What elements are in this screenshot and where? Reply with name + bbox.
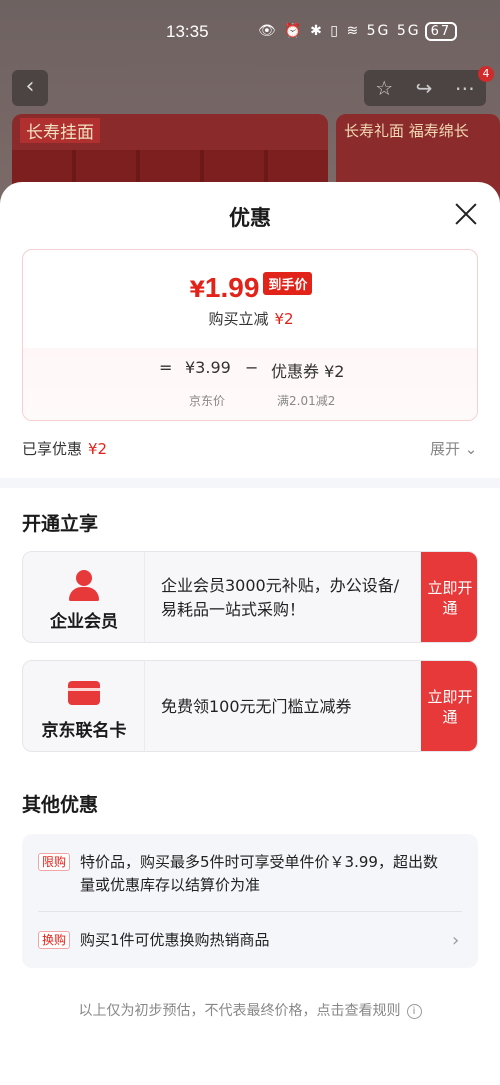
credit-card-icon	[68, 681, 100, 705]
offer-text: 购买1件可优惠换购热销商品	[80, 931, 270, 949]
top-toolbar: ☆ ↪ ⋯	[364, 70, 486, 106]
open-now-button[interactable]: 立即开通	[421, 552, 477, 642]
other-section-title: 其他优惠	[22, 794, 99, 816]
chevron-down-icon: ⌄	[464, 440, 478, 458]
section-divider	[0, 478, 500, 488]
battery-icon: 67	[424, 22, 458, 41]
instant-reduction: 购买立减 ¥2	[208, 310, 294, 328]
price-card: ¥1.99 到手价 购买立减 ¥2 = ¥3.99 − 优惠券 ¥2 京东价 满2.…	[22, 249, 478, 421]
status-bar: 13:35 👁 ⏰ ✱ ▯ ≋ 5G 5G 67	[0, 18, 500, 50]
status-icons: 👁 ⏰ ✱ ▯ ≋ 5G 5G 67	[258, 22, 458, 41]
member-name: 京东联名卡	[41, 721, 127, 741]
more-icon[interactable]: ⋯	[455, 76, 475, 100]
open-now-button[interactable]: 立即开通	[421, 661, 477, 751]
offer-text: 特价品，购买最多5件时可享受单件价￥3.99，超出数量或优惠库存以结算价为准	[80, 853, 438, 894]
member-card-enterprise[interactable]: 企业会员 企业会员3000元补贴，办公设备/易耗品一站式采购！ 立即开通	[22, 551, 478, 643]
member-desc: 企业会员3000元补贴，办公设备/易耗品一站式采购！	[161, 576, 400, 619]
limit-tag: 限购	[38, 853, 71, 871]
promo-tag-left: 长寿挂面	[20, 118, 100, 143]
open-section-title: 开通立享	[22, 513, 99, 535]
sheet-title: 优惠	[229, 206, 271, 230]
final-price: ¥1.99 到手价	[23, 272, 477, 304]
member-card-cobrand[interactable]: 京东联名卡 免费领100元无门槛立减券 立即开通	[22, 660, 478, 752]
promo-tag-right: 长寿礼面 福寿绵长	[344, 122, 469, 140]
person-icon	[67, 570, 101, 602]
enjoyed-discount: 已享优惠 ¥2	[22, 440, 108, 458]
discount-sheet: 优惠 ¥1.99 到手价 购买立减 ¥2 = ¥3.99 − 优惠券 ¥2 京东价 …	[0, 182, 500, 1085]
jd-price: ¥3.99	[185, 358, 231, 377]
close-icon[interactable]	[452, 200, 480, 228]
rules-note[interactable]: 以上仅为初步预估，不代表最终价格，点击查看规则 i	[0, 1000, 500, 1020]
back-button[interactable]: ‹	[12, 70, 48, 106]
status-time: 13:35	[166, 22, 209, 41]
chevron-right-icon[interactable]: ›	[452, 930, 459, 951]
share-icon[interactable]: ↪	[416, 76, 433, 100]
exchange-tag: 换购	[38, 931, 71, 949]
coupon-amount: 优惠券 ¥2	[271, 362, 345, 381]
notification-badge: 4	[478, 66, 494, 82]
star-icon[interactable]: ☆	[375, 76, 393, 100]
member-desc: 免费领100元无门槛立减券	[161, 697, 352, 716]
other-offers: 限购 特价品，购买最多5件时可享受单件价￥3.99，超出数量或优惠库存以结算价为…	[22, 834, 478, 968]
member-name: 企业会员	[50, 612, 118, 632]
final-price-badge: 到手价	[263, 272, 313, 295]
expand-button[interactable]: 展开 ⌄	[430, 438, 477, 459]
info-icon: i	[406, 1004, 422, 1019]
